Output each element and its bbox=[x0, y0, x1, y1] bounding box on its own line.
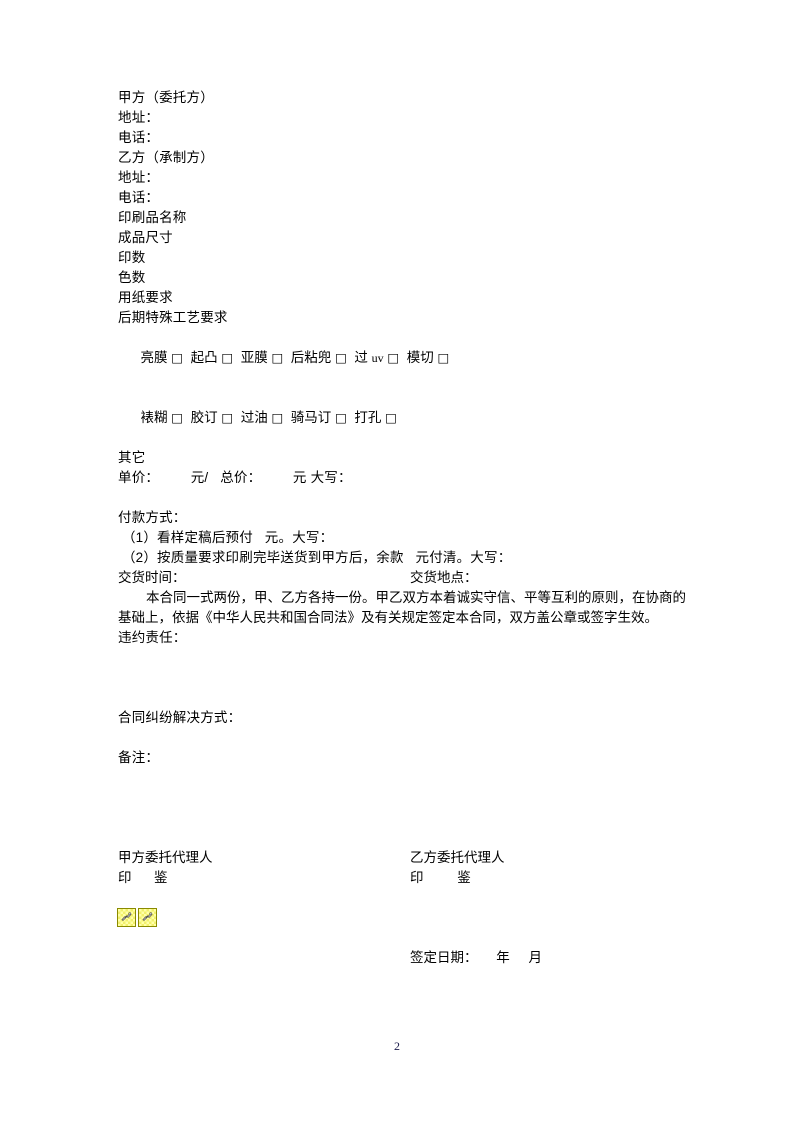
remarks-label: 备注： bbox=[118, 750, 160, 765]
option-label-guouv: 过 uv bbox=[354, 350, 384, 365]
payment-item-2: （2）按质量要求印刷完毕送货到甲方后，余款 元付清。大写： bbox=[118, 550, 512, 565]
option-label-qimading: 骑马订 bbox=[290, 410, 332, 425]
color-count-label: 色数 bbox=[118, 270, 146, 285]
sign-date-row: 签定日期： 年 月 bbox=[118, 948, 686, 968]
document-page: 甲方（委托方） 地址： 电话： 乙方（承制方） 地址： 电话： 印刷品名称 成品… bbox=[0, 0, 794, 1123]
option-checkbox-guoyou[interactable]: □ bbox=[271, 410, 283, 425]
option-checkbox-moqie[interactable]: □ bbox=[438, 350, 450, 365]
option-label-yamo: 亚膜 bbox=[240, 350, 268, 365]
party-b-label: 乙方（承制方） bbox=[118, 150, 214, 165]
party-b-agent-label: 乙方委托代理人 bbox=[410, 850, 505, 865]
anchor-icon[interactable] bbox=[138, 908, 157, 927]
signature-row: 甲方委托代理人 乙方委托代理人 印 鉴 印 鉴 bbox=[118, 848, 686, 888]
option-label-houniandou: 后粘兜 bbox=[290, 350, 332, 365]
option-label-guoyou: 过油 bbox=[240, 410, 268, 425]
option-checkbox-dakong[interactable]: □ bbox=[385, 410, 397, 425]
payment-item-1: （1）看样定稿后预付 元。大写： bbox=[118, 530, 334, 545]
spacer-remarks-body bbox=[118, 768, 686, 828]
option-checkbox-liangmo[interactable]: □ bbox=[171, 350, 183, 365]
pricing-line: 单价： 元/ 总价： 元 大写： bbox=[118, 470, 352, 485]
party-a-address-label: 地址： bbox=[118, 110, 160, 125]
option-label-biaohu: 裱糊 bbox=[140, 410, 168, 425]
product-name-label: 印刷品名称 bbox=[118, 210, 187, 225]
delivery-time-label: 交货时间： bbox=[118, 570, 186, 585]
special-process-label: 后期特殊工艺要求 bbox=[118, 310, 228, 325]
party-b-seal-label: 印 鉴 bbox=[410, 870, 471, 885]
breach-liability-label: 违约责任： bbox=[118, 630, 187, 645]
option-label-liangmo: 亮膜 bbox=[140, 350, 168, 365]
sign-date-label: 签定日期： 年 月 bbox=[410, 950, 543, 965]
option-label-dakong: 打孔 bbox=[354, 410, 382, 425]
spacer-before-date bbox=[118, 888, 686, 928]
option-label-qitu: 起凸 bbox=[190, 350, 218, 365]
party-a-agent-label: 甲方委托代理人 bbox=[118, 850, 213, 865]
anchor-icon-group bbox=[117, 908, 157, 927]
other-option-label: 其它 bbox=[118, 450, 146, 465]
dispute-resolution-label: 合同纠纷解决方式： bbox=[118, 710, 242, 725]
spacer-breach-body bbox=[118, 648, 686, 688]
spacer-before-date-2 bbox=[118, 928, 686, 948]
option-checkbox-guouv[interactable]: □ bbox=[387, 350, 399, 365]
option-checkbox-qitu[interactable]: □ bbox=[221, 350, 233, 365]
spacer-before-dispute bbox=[118, 688, 686, 708]
party-b-phone-label: 电话： bbox=[118, 190, 160, 205]
option-checkbox-houniandou[interactable]: □ bbox=[335, 350, 347, 365]
party-b-address-label: 地址： bbox=[118, 170, 160, 185]
option-label-moqie: 模切 bbox=[406, 350, 434, 365]
payment-heading: 付款方式： bbox=[118, 510, 187, 525]
option-checkbox-biaohu[interactable]: □ bbox=[171, 410, 183, 425]
spacer-before-payment bbox=[118, 488, 686, 508]
finished-size-label: 成品尺寸 bbox=[118, 230, 173, 245]
document-content: 甲方（委托方） 地址： 电话： 乙方（承制方） 地址： 电话： 印刷品名称 成品… bbox=[118, 88, 686, 968]
party-a-label: 甲方（委托方） bbox=[118, 90, 214, 105]
process-options-row-1: 亮膜 □ 起凸 □ 亚膜 □ 后粘兜 □ 过 uv □ 模切 □ bbox=[118, 328, 686, 388]
spacer-before-remarks bbox=[118, 728, 686, 748]
process-options-row-2: 裱糊 □ 胶订 □ 过油 □ 骑马订 □ 打孔 □ bbox=[118, 388, 686, 448]
option-checkbox-jiaoding[interactable]: □ bbox=[221, 410, 233, 425]
option-checkbox-qimading[interactable]: □ bbox=[335, 410, 347, 425]
page-number: 2 bbox=[394, 1039, 400, 1053]
delivery-place-label: 交货地点： bbox=[410, 570, 478, 585]
spacer-before-signatures bbox=[118, 828, 686, 848]
paper-requirement-label: 用纸要求 bbox=[118, 290, 173, 305]
option-checkbox-yamo[interactable]: □ bbox=[271, 350, 283, 365]
delivery-row: 交货时间： 交货地点： bbox=[118, 568, 686, 588]
party-a-seal-label: 印 鉴 bbox=[118, 870, 168, 885]
print-quantity-label: 印数 bbox=[118, 250, 146, 265]
option-label-jiaoding: 胶订 bbox=[190, 410, 218, 425]
anchor-icon[interactable] bbox=[117, 908, 136, 927]
agreement-paragraph: 本合同一式两份，甲、乙方各持一份。甲乙双方本着诚实守信、平等互利的原则，在协商的… bbox=[118, 590, 686, 625]
party-a-phone-label: 电话： bbox=[118, 130, 160, 145]
